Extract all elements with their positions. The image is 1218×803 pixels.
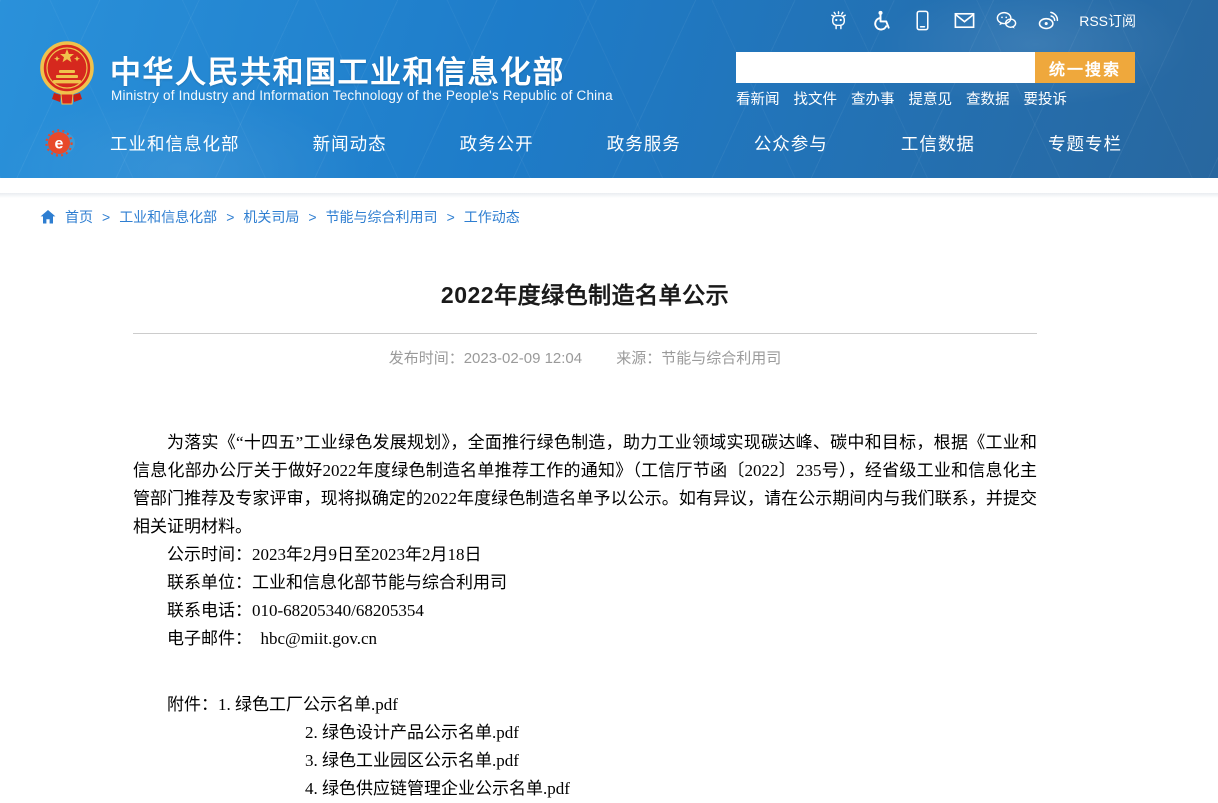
attachment-link-green-design-products[interactable]: 2. 绿色设计产品公示名单.pdf: [305, 723, 519, 742]
wechat-icon[interactable]: [995, 9, 1018, 32]
breadcrumb-departments[interactable]: 机关司局: [243, 207, 299, 227]
article-title: 2022年度绿色制造名单公示: [133, 276, 1037, 310]
attachment-row: 4. 绿色供应链管理企业公示名单.pdf: [133, 775, 1037, 803]
quick-link-suggestions[interactable]: 提意见: [909, 88, 953, 109]
breadcrumb-separator: >: [447, 209, 455, 225]
header-shadow-divider: [0, 193, 1218, 198]
search-input[interactable]: [736, 52, 1035, 83]
attachment-row: 3. 绿色工业园区公示名单.pdf: [133, 747, 1037, 775]
search-bar: 统一搜索: [736, 52, 1135, 83]
breadcrumb: 首页 > 工业和信息化部 > 机关司局 > 节能与综合利用司 > 工作动态: [40, 207, 520, 227]
nav-item-miit-data[interactable]: 工信数据: [901, 131, 975, 156]
quick-link-services[interactable]: 查办事: [851, 88, 895, 109]
breadcrumb-home[interactable]: 首页: [65, 207, 93, 227]
nav-item-gov-services[interactable]: 政务服务: [607, 131, 681, 156]
utility-bar: RSS订阅: [827, 9, 1136, 32]
title-divider: [133, 333, 1037, 334]
mail-icon[interactable]: [953, 9, 976, 32]
quick-link-news[interactable]: 看新闻: [736, 88, 780, 109]
nav-item-gov-info[interactable]: 政务公开: [460, 131, 534, 156]
home-icon[interactable]: [40, 209, 56, 225]
site-header: RSS订阅 中华人民共和国工业和信息化部 Ministry of Industr…: [0, 0, 1218, 178]
attachment-row: 附件：1. 绿色工厂公示名单.pdf: [133, 691, 1037, 719]
article-body: 为落实《“十四五”工业绿色发展规划》，全面推行绿色制造，助力工业领域实现碳达峰、…: [133, 429, 1037, 803]
quick-link-complaints[interactable]: 要投诉: [1024, 88, 1068, 109]
notice-period-line: 公示时间：2023年2月9日至2023年2月18日: [133, 541, 1037, 569]
nav-item-special-topics[interactable]: 专题专栏: [1048, 131, 1122, 156]
publish-time: 发布时间：2023-02-09 12:04: [389, 350, 582, 367]
breadcrumb-separator: >: [226, 209, 234, 225]
contact-unit-line: 联系单位：工业和信息化部节能与综合利用司: [133, 569, 1037, 597]
quick-links: 看新闻 找文件 查办事 提意见 查数据 要投诉: [736, 88, 1067, 109]
attachment-link-green-factory[interactable]: 1. 绿色工厂公示名单.pdf: [218, 695, 398, 714]
breadcrumb-energy-dept[interactable]: 节能与综合利用司: [326, 207, 438, 227]
main-nav: 工业和信息化部 新闻动态 政务公开 政务服务 公众参与 工信数据 专题专栏: [110, 131, 1122, 156]
attachment-link-green-industrial-parks[interactable]: 3. 绿色工业园区公示名单.pdf: [305, 751, 519, 770]
unified-search-button[interactable]: 统一搜索: [1035, 52, 1135, 83]
article: 2022年度绿色制造名单公示 发布时间：2023-02-09 12:04 来源：…: [133, 276, 1037, 803]
rss-subscribe-link[interactable]: RSS订阅: [1079, 11, 1136, 31]
assistant-robot-icon[interactable]: [827, 9, 850, 32]
quick-link-documents[interactable]: 找文件: [794, 88, 838, 109]
attachment-link-green-supply-chain[interactable]: 4. 绿色供应链管理企业公示名单.pdf: [305, 779, 570, 798]
svg-text:e: e: [55, 136, 64, 153]
article-meta: 发布时间：2023-02-09 12:04 来源：节能与综合利用司: [133, 347, 1037, 368]
attachment-row: 2. 绿色设计产品公示名单.pdf: [133, 719, 1037, 747]
breadcrumb-separator: >: [102, 209, 110, 225]
contact-email-line: 电子邮件： hbc@miit.gov.cn: [133, 625, 1037, 653]
contact-phone-line: 联系电话：010-68205340/68205354: [133, 597, 1037, 625]
miit-e-logo-icon: e: [44, 126, 78, 160]
weibo-icon[interactable]: [1037, 9, 1060, 32]
national-emblem-logo: [38, 36, 96, 108]
breadcrumb-miit[interactable]: 工业和信息化部: [119, 207, 217, 227]
quick-link-data[interactable]: 查数据: [966, 88, 1010, 109]
breadcrumb-work-updates[interactable]: 工作动态: [464, 207, 520, 227]
site-title[interactable]: 中华人民共和国工业和信息化部: [110, 47, 565, 92]
nav-item-miit[interactable]: 工业和信息化部: [110, 131, 240, 156]
attachments-label: 附件：: [167, 695, 218, 714]
nav-item-news[interactable]: 新闻动态: [313, 131, 387, 156]
nav-item-public-participation[interactable]: 公众参与: [754, 131, 828, 156]
article-source: 来源：节能与综合利用司: [616, 350, 781, 367]
mobile-version-icon[interactable]: [911, 9, 934, 32]
site-subtitle-en: Ministry of Industry and Information Tec…: [111, 88, 613, 103]
accessibility-icon[interactable]: [869, 9, 892, 32]
breadcrumb-separator: >: [308, 209, 316, 225]
article-paragraph: 为落实《“十四五”工业绿色发展规划》，全面推行绿色制造，助力工业领域实现碳达峰、…: [133, 429, 1037, 541]
